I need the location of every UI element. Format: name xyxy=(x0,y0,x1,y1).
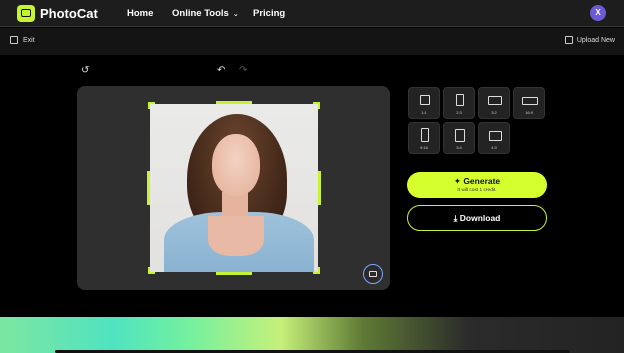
ratio-4-3[interactable]: 4:3 xyxy=(478,122,510,154)
compare-toggle-button[interactable] xyxy=(363,264,383,284)
generate-button[interactable]: ✦ Generate It will cost 1 credit. xyxy=(407,172,547,198)
crop-corner-bottom-right[interactable] xyxy=(313,267,320,274)
exit-label: Exit xyxy=(23,36,35,44)
bottom-gradient-band xyxy=(0,317,624,353)
exit-button[interactable]: Exit xyxy=(10,36,35,44)
generate-cost-note: It will cost 1 credit. xyxy=(457,188,497,193)
exit-icon xyxy=(10,36,18,44)
redo-icon[interactable]: ↷ xyxy=(239,65,247,76)
user-avatar[interactable]: X xyxy=(590,5,606,21)
chevron-down-icon: ⌄ xyxy=(232,11,239,18)
sparkle-icon: ✦ xyxy=(453,176,464,186)
ratio-label: 3:2 xyxy=(491,110,497,115)
crop-corner-top-right[interactable] xyxy=(313,102,320,109)
ratio-label: 2:3 xyxy=(456,110,462,115)
generate-label: ✦ Generate xyxy=(453,176,501,186)
ratio-label: 3:4 xyxy=(456,145,462,150)
nav-pricing[interactable]: Pricing xyxy=(253,8,285,19)
ratio-label: 4:3 xyxy=(491,145,497,150)
undo-icon[interactable]: ↶ xyxy=(217,65,225,76)
ratio-1-1[interactable]: 1:1 xyxy=(408,87,440,119)
rotate-icon[interactable]: ↺ xyxy=(81,65,89,76)
crop-handle-top[interactable] xyxy=(216,101,252,104)
download-label: Download xyxy=(459,213,501,223)
crop-corner-bottom-left[interactable] xyxy=(148,267,155,274)
crop-corner-top-left[interactable] xyxy=(148,102,155,109)
ratio-9-16[interactable]: 9:16 xyxy=(408,122,440,154)
download-button[interactable]: ⤓ Download xyxy=(407,205,547,231)
ratio-label: 9:16 xyxy=(420,145,428,150)
photocat-logo-icon[interactable] xyxy=(17,5,35,22)
nav-online-tools[interactable]: Online Tools ⌄ xyxy=(172,8,239,19)
crop-handle-right[interactable] xyxy=(318,171,321,205)
editor-subbar: Exit Upload New xyxy=(0,28,624,55)
upload-new-label: Upload New xyxy=(576,36,615,44)
ratio-3-4[interactable]: 3:4 xyxy=(443,122,475,154)
portrait-photo xyxy=(150,104,318,272)
nav-home[interactable]: Home xyxy=(127,8,153,19)
ratio-3-2[interactable]: 3:2 xyxy=(478,87,510,119)
crop-handle-left[interactable] xyxy=(147,171,150,205)
ratio-label: 16:9 xyxy=(525,110,533,115)
crop-handle-bottom[interactable] xyxy=(216,272,252,275)
brand-name[interactable]: PhotoCat xyxy=(40,6,98,21)
nav-online-tools-label: Online Tools xyxy=(172,8,229,19)
top-navigation: PhotoCat Home Online Tools ⌄ Pricing X xyxy=(0,0,624,27)
ratio-2-3[interactable]: 2:3 xyxy=(443,87,475,119)
ratio-16-9[interactable]: 16:9 xyxy=(513,87,545,119)
compare-icon xyxy=(369,271,377,277)
ratio-label: 1:1 xyxy=(421,110,427,115)
upload-new-button[interactable]: Upload New xyxy=(564,36,615,44)
upload-image-icon xyxy=(564,36,573,44)
